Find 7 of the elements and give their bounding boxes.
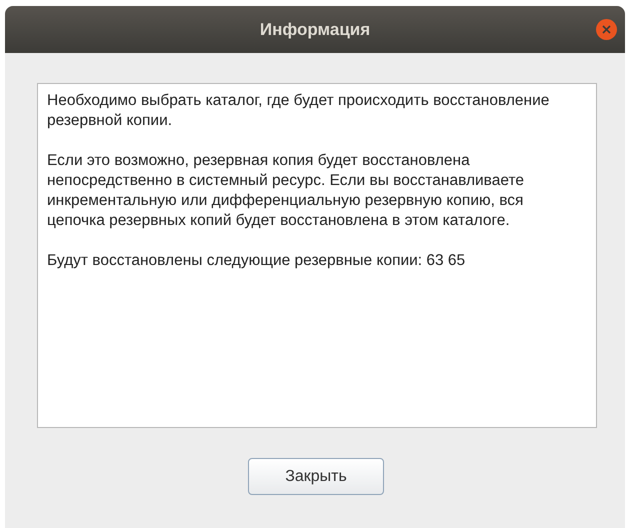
close-icon [602, 25, 611, 34]
message-paragraph: Если это возможно, резервная копия будет восстановлена непосредственно в системный ресурс. Если вы восстанавливаете инкрементальную или дифференциальную резервную копию, вся цепочка резервных копий будет восстановлена в этом каталоге. [47, 151, 526, 231]
close-button[interactable] [596, 19, 617, 40]
message-paragraph: Необходимо выбрать каталог, где будет происходить восстановление резервной копии. [47, 91, 550, 131]
window-title: Информация [260, 18, 370, 41]
close-dialog-button[interactable]: Закрыть [248, 458, 384, 495]
message-paragraph: Будут восстановлены следующие резервные копии: 63 65 [47, 251, 466, 271]
